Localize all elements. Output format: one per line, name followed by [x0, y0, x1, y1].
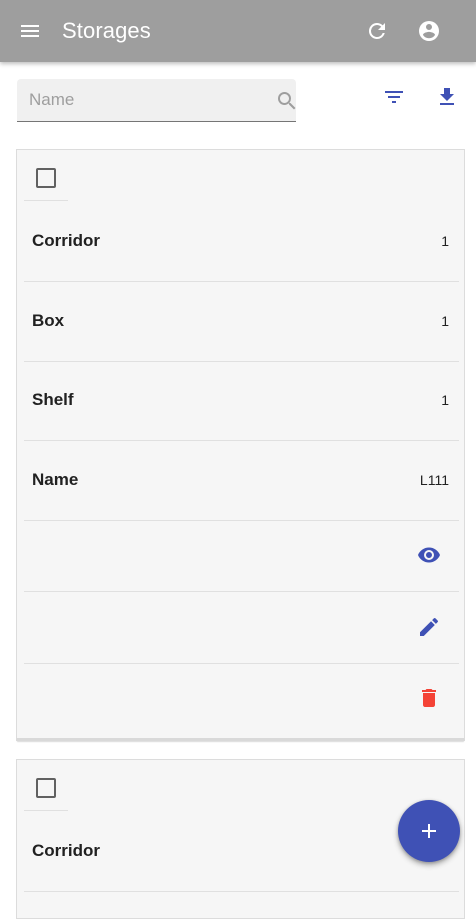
table-row: Corridor 1 [24, 201, 459, 282]
select-checkbox[interactable] [36, 168, 56, 188]
search-field [17, 79, 296, 122]
edit-row [24, 592, 459, 664]
row-value: 1 [441, 233, 449, 249]
select-checkbox[interactable] [36, 778, 56, 798]
row-label: Corridor [32, 231, 100, 250]
pencil-icon[interactable] [417, 615, 441, 639]
search-icon[interactable] [275, 89, 299, 113]
view-row [24, 520, 459, 592]
row-value: 1 [441, 392, 449, 408]
row-value: L111 [419, 472, 449, 488]
select-cell [24, 760, 68, 811]
table-row: Name L111 [24, 440, 459, 521]
row-label: Box [32, 311, 65, 330]
account-circle-icon[interactable] [417, 19, 441, 43]
table-row: Shelf 1 [24, 360, 459, 441]
row-value: 1 [441, 313, 449, 329]
row-label: Corridor [32, 841, 100, 860]
filter-icon[interactable] [382, 85, 406, 109]
storage-card: Corridor [16, 759, 465, 919]
search-input[interactable] [29, 89, 249, 111]
eye-icon[interactable] [417, 543, 441, 567]
download-icon[interactable] [435, 85, 459, 109]
table-row: Corridor [24, 811, 459, 892]
top-app-bar: Storages [0, 0, 476, 62]
row-label: Name [32, 470, 79, 489]
table-row: Box 1 [24, 281, 459, 362]
delete-row [24, 663, 459, 734]
add-storage-button[interactable] [398, 800, 460, 862]
row-label: Shelf [32, 390, 74, 409]
menu-icon[interactable] [18, 19, 42, 43]
trash-icon[interactable] [417, 686, 441, 710]
select-cell [24, 150, 68, 201]
page-title: Storages [62, 18, 151, 43]
refresh-icon[interactable] [365, 19, 389, 43]
plus-icon [422, 824, 436, 838]
storage-card: Corridor 1 Box 1 Shelf 1 Name L111 [16, 149, 465, 741]
